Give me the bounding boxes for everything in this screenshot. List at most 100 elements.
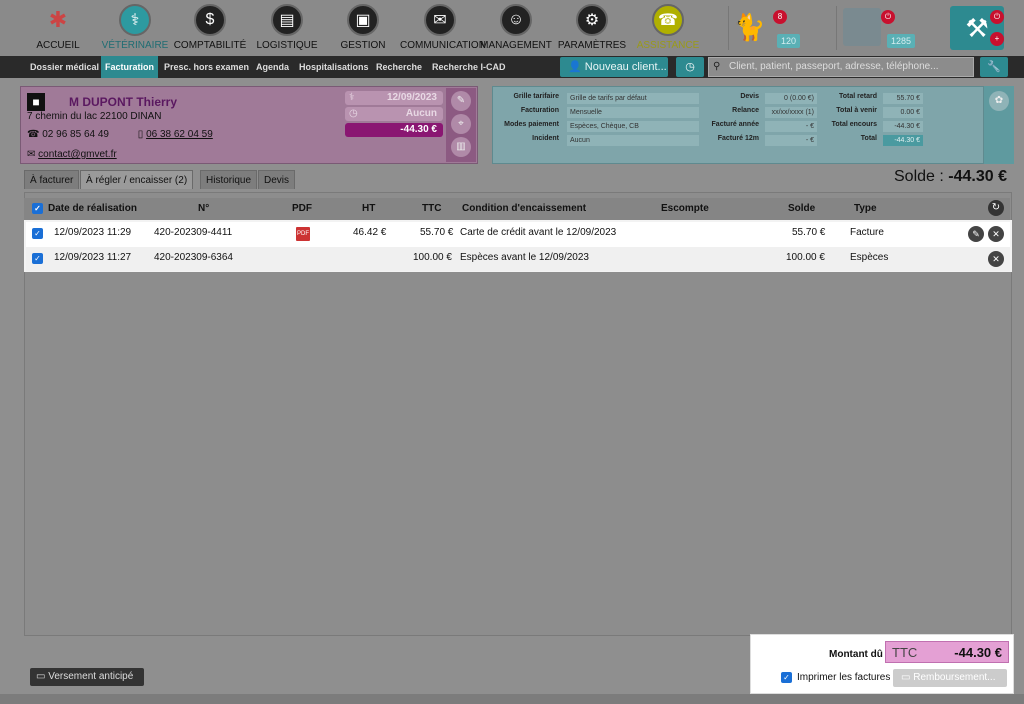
col-num[interactable]: N°	[198, 203, 209, 214]
nav-parametres[interactable]: ⚙ PARAMÈTRES	[552, 4, 632, 51]
montant-ttc: TTC	[892, 645, 918, 660]
tariff-side: ✿	[984, 86, 1014, 164]
subnav-facturation[interactable]: Facturation	[101, 56, 159, 78]
nav-comptabilite[interactable]: $ COMPTABILITÉ	[170, 4, 250, 51]
table-row[interactable]: ✓ 12/09/2023 11:27 420-202309-6364 100.0…	[26, 247, 1010, 271]
subnav-recherche[interactable]: Recherche	[372, 56, 426, 78]
add-icon[interactable]: +	[990, 32, 1004, 46]
nav-label: GESTION	[340, 40, 386, 51]
encours-label: Total encours	[831, 121, 877, 128]
relance-value: xx/xx/xxxx (1)	[765, 107, 817, 118]
row-condition: Carte de crédit avant le 12/09/2023	[460, 227, 617, 238]
row-date: 12/09/2023 11:29	[54, 227, 132, 238]
client-phone-row: ☎ 02 96 85 64 49 ▯ 06 38 62 04 59	[27, 129, 213, 140]
nav-label: LOGISTIQUE	[256, 40, 318, 51]
power-icon[interactable]: ⏻	[990, 10, 1004, 24]
edit-icon[interactable]: ✎	[451, 91, 471, 111]
tools-button[interactable]: ⚒ ⏻ +	[950, 6, 1004, 50]
date-pill: ⚕ 12/09/2023	[345, 91, 443, 105]
nav-logistique[interactable]: ▤ LOGISTIQUE	[247, 4, 327, 51]
mail-icon: ✉	[27, 149, 36, 160]
subnav-hospitalisations[interactable]: Hospitalisations	[295, 56, 373, 78]
col-ht[interactable]: HT	[362, 203, 375, 214]
tools-icon: ⚒	[965, 13, 989, 43]
subnav-presc[interactable]: Presc. hors examen	[160, 56, 253, 78]
refresh-icon[interactable]: ↻	[988, 200, 1004, 216]
col-escompte[interactable]: Escompte	[661, 203, 709, 214]
col-ttc[interactable]: TTC	[422, 203, 441, 214]
pdf-icon[interactable]: PDF	[296, 227, 310, 241]
nav-accueil[interactable]: ✱ ACCUEIL	[18, 4, 98, 51]
row-checkbox[interactable]: ✓	[32, 253, 43, 264]
nav-veterinaire[interactable]: ⚕ VÉTÉRINAIRE	[95, 4, 175, 51]
edit-icon[interactable]: ✎	[968, 226, 984, 242]
stats-icon[interactable]: ▥	[451, 137, 471, 157]
close-icon[interactable]: ✕	[988, 226, 1004, 242]
user-widget[interactable]: ⏻ 1285	[836, 6, 916, 50]
remboursement-label: Remboursement...	[913, 672, 996, 683]
avenir-value: 0.00 €	[883, 107, 923, 118]
print-invoices-label: Imprimer les factures	[797, 672, 891, 683]
row-ht: 46.42 €	[353, 227, 387, 238]
select-all-checkbox[interactable]: ✓	[32, 203, 43, 214]
pets-widget[interactable]: 🐈 8 120	[728, 6, 804, 50]
row-solde: 55.70 €	[792, 227, 826, 238]
nav-assistance[interactable]: ☎ ASSISTANCE	[628, 4, 708, 51]
relance-label: Relance	[732, 107, 759, 114]
user-avatar	[843, 8, 881, 46]
settings-button[interactable]: 🔧	[980, 57, 1008, 77]
nav-management[interactable]: ☺ MANAGEMENT	[476, 4, 556, 51]
user-add-icon: 👤	[568, 61, 582, 73]
tab-devis[interactable]: Devis	[258, 170, 296, 189]
bottom-bar	[0, 694, 1024, 704]
clock-icon: ◷	[349, 108, 358, 119]
col-condition[interactable]: Condition d'encaissement	[462, 203, 586, 214]
versement-anticipe-button[interactable]: ▭ Versement anticipé	[30, 668, 144, 686]
nav-gestion[interactable]: ▣ GESTION	[323, 4, 403, 51]
tab-a-facturer[interactable]: À facturer	[24, 170, 80, 189]
facturation-value: Mensuelle	[567, 107, 699, 118]
subnav-dossier-medical[interactable]: Dossier médical	[26, 56, 103, 78]
col-date[interactable]: Date de réalisation	[48, 203, 137, 214]
paw-icon[interactable]: ✿	[989, 91, 1009, 111]
total-label: Total	[860, 135, 877, 142]
client-name[interactable]: M DUPONT Thierry	[69, 95, 177, 109]
subnav-recherche-icad[interactable]: Recherche I-CAD	[428, 56, 510, 78]
col-solde[interactable]: Solde	[788, 203, 815, 214]
close-icon[interactable]: ✕	[988, 251, 1004, 267]
versement-label: Versement anticipé	[48, 671, 134, 682]
tab-a-regler[interactable]: À régler / encaisser (2)	[80, 170, 194, 189]
nav-label: PARAMÈTRES	[557, 40, 627, 51]
gear-icon: ⚙	[576, 4, 608, 36]
print-invoices-checkbox[interactable]: ✓	[781, 672, 792, 683]
tab-historique[interactable]: Historique	[200, 170, 258, 189]
subnav-agenda[interactable]: Agenda	[252, 56, 293, 78]
person-icon: ■	[27, 93, 45, 111]
cat-dog-icon: 🐈	[733, 12, 766, 42]
nav-label: COMMUNICATION	[400, 40, 486, 51]
support-agent-icon: ☎	[652, 4, 684, 36]
pets-badge: 8	[773, 10, 787, 24]
remboursement-button[interactable]: ▭ Remboursement...	[893, 669, 1007, 687]
nav-label: ASSISTANCE	[636, 40, 700, 51]
card-icon: ▭	[36, 671, 46, 682]
row-type: Espèces	[850, 252, 889, 263]
book-icon: ▤	[271, 4, 303, 36]
facture-annee-label: Facturé année	[711, 121, 759, 128]
nav-communication[interactable]: ✉ COMMUNICATION	[400, 4, 486, 51]
client-email[interactable]: contact@gmvet.fr	[38, 149, 117, 160]
pinwheel-logo-icon: ✱	[48, 7, 68, 32]
grille-value: Grille de tarifs par défaut	[567, 93, 699, 104]
row-checkbox[interactable]: ✓	[32, 228, 43, 239]
power-icon[interactable]: ⏻	[881, 10, 895, 24]
map-pin-icon[interactable]: ⌖	[451, 114, 471, 134]
pets-count: 120	[777, 34, 801, 48]
solde-value: -44.30 €	[948, 168, 1007, 185]
col-type[interactable]: Type	[854, 203, 877, 214]
search-input[interactable]: ⚲ Client, patient, passeport, adresse, t…	[708, 57, 974, 77]
clock-button[interactable]: ◷	[676, 57, 704, 77]
new-client-button[interactable]: 👤 Nouveau client...	[560, 57, 668, 77]
table-row[interactable]: ✓ 12/09/2023 11:29 420-202309-4411 PDF 4…	[26, 222, 1010, 246]
folder-icon: ▣	[347, 4, 379, 36]
client-mobile[interactable]: 06 38 62 04 59	[146, 129, 213, 140]
